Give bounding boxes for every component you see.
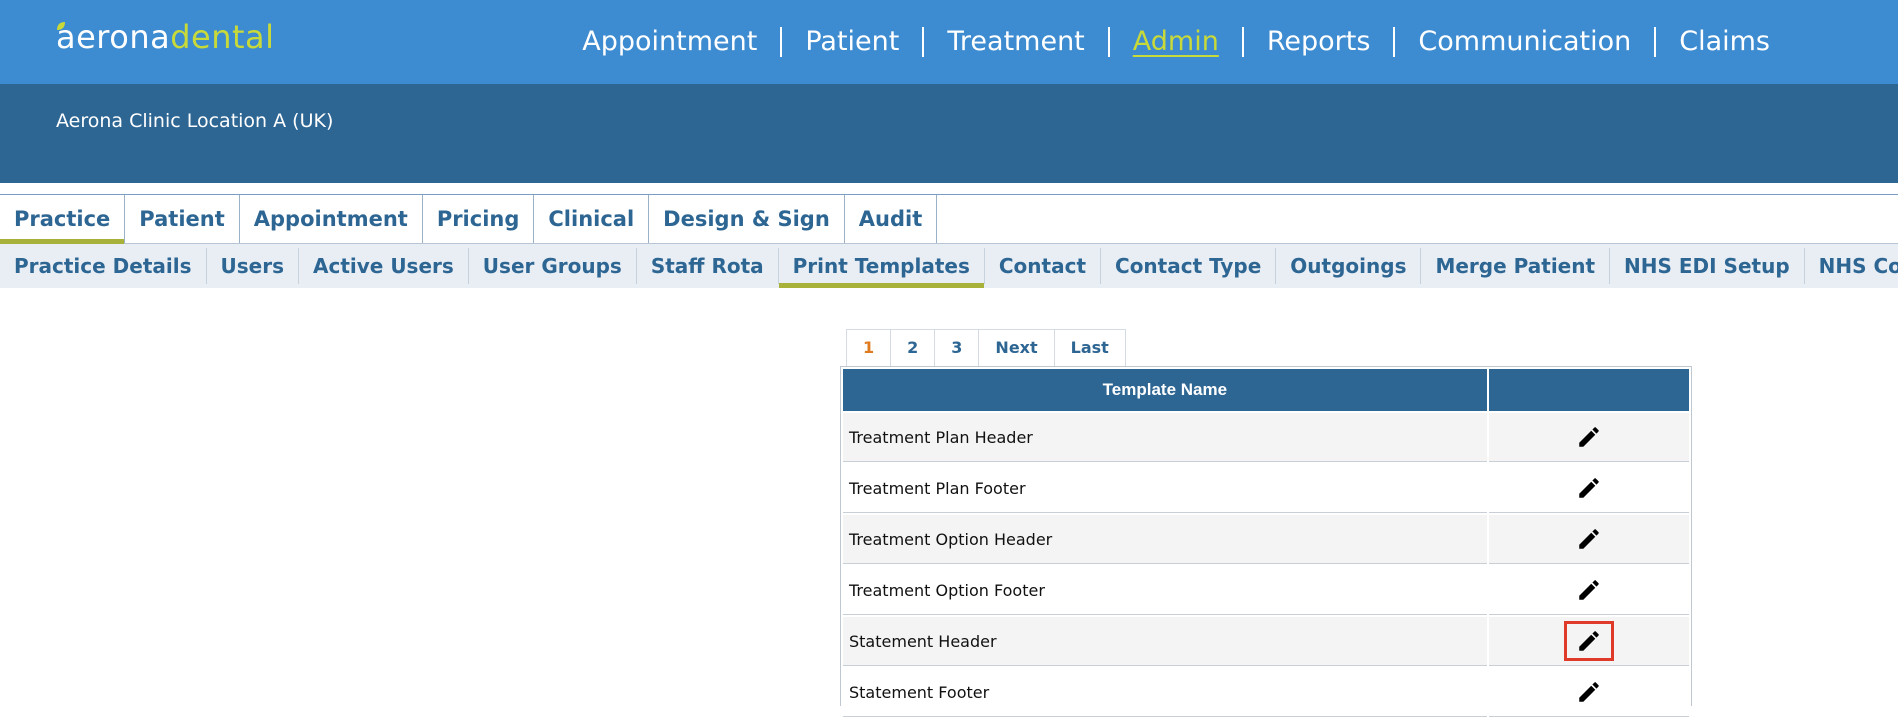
subtab-nhs-edi-setup[interactable]: NHS EDI Setup xyxy=(1610,248,1805,284)
logo-leaf-icon xyxy=(57,22,65,30)
column-header-actions xyxy=(1488,369,1689,411)
practice-subtabs: Practice Details Users Active Users User… xyxy=(0,244,1898,288)
pencil-icon xyxy=(1579,478,1599,498)
tab-pricing[interactable]: Pricing xyxy=(423,195,535,243)
subtab-user-groups[interactable]: User Groups xyxy=(469,248,637,284)
next-page-button[interactable]: Next xyxy=(979,330,1055,366)
table-row: Statement Footer xyxy=(843,668,1689,717)
column-header-template-name: Template Name xyxy=(843,369,1487,411)
top-bar: aerona dental Appointment Patient Treatme… xyxy=(0,0,1898,84)
nav-admin[interactable]: Admin xyxy=(1110,20,1242,64)
tab-practice[interactable]: Practice xyxy=(0,195,126,244)
page-3-button[interactable]: 3 xyxy=(935,330,980,366)
table-row: Statement Header xyxy=(843,617,1689,666)
subtab-practice-details[interactable]: Practice Details xyxy=(0,248,207,284)
subtab-outgoings[interactable]: Outgoings xyxy=(1276,248,1422,284)
template-name: Statement Footer xyxy=(843,668,1487,717)
nav-appointment[interactable]: Appointment xyxy=(559,20,780,64)
subtab-active-users[interactable]: Active Users xyxy=(299,248,469,284)
logo-text-dental: dental xyxy=(170,18,275,56)
aerona-dental-logo[interactable]: aerona dental xyxy=(56,16,275,56)
subtab-contact-type[interactable]: Contact Type xyxy=(1101,248,1277,284)
template-name: Statement Header xyxy=(843,617,1487,666)
location-band: Aerona Clinic Location A (UK) xyxy=(0,84,1898,183)
subtab-contact[interactable]: Contact xyxy=(985,248,1102,284)
admin-tabs: Practice Patient Appointment Pricing Cli… xyxy=(0,194,1898,244)
template-name: Treatment Plan Footer xyxy=(843,464,1487,513)
table-row: Treatment Plan Header xyxy=(843,413,1689,462)
tab-audit[interactable]: Audit xyxy=(845,195,938,243)
tab-design-sign[interactable]: Design & Sign xyxy=(649,195,845,243)
nav-reports[interactable]: Reports xyxy=(1244,20,1394,64)
templates-table: Template Name Treatment Plan Header Trea… xyxy=(840,366,1692,717)
subtab-staff-rota[interactable]: Staff Rota xyxy=(637,248,779,284)
tab-patient[interactable]: Patient xyxy=(125,195,240,243)
edit-template-button[interactable] xyxy=(1564,570,1614,610)
page-1-button[interactable]: 1 xyxy=(847,330,892,366)
template-name: Treatment Plan Header xyxy=(843,413,1487,462)
subtab-merge-patient[interactable]: Merge Patient xyxy=(1421,248,1611,284)
nav-claims[interactable]: Claims xyxy=(1656,20,1793,64)
edit-template-button[interactable] xyxy=(1564,672,1614,712)
subtab-users[interactable]: Users xyxy=(207,248,299,284)
table-row: Treatment Option Header xyxy=(843,515,1689,564)
tab-appointment[interactable]: Appointment xyxy=(240,195,423,243)
pencil-icon xyxy=(1579,682,1599,702)
template-name: Treatment Option Footer xyxy=(843,566,1487,615)
pagination: 1 2 3 Next Last xyxy=(846,329,1126,367)
edit-template-button[interactable] xyxy=(1564,417,1614,457)
template-name: Treatment Option Header xyxy=(843,515,1487,564)
last-page-button[interactable]: Last xyxy=(1054,330,1125,366)
subtab-print-templates[interactable]: Print Templates xyxy=(778,248,985,288)
table-row: Treatment Plan Footer xyxy=(843,464,1689,513)
pencil-icon xyxy=(1579,529,1599,549)
subtab-nhs-contract[interactable]: NHS Contract xyxy=(1805,248,1898,284)
edit-statement-header-button[interactable] xyxy=(1563,621,1614,661)
pencil-icon xyxy=(1579,580,1599,600)
nav-treatment[interactable]: Treatment xyxy=(924,20,1107,64)
logo-text-aerona: aerona xyxy=(56,18,171,56)
main-nav: Appointment Patient Treatment Admin Repo… xyxy=(559,20,1793,64)
page-2-button[interactable]: 2 xyxy=(891,330,936,366)
edit-template-button[interactable] xyxy=(1564,519,1614,559)
nav-patient[interactable]: Patient xyxy=(782,20,922,64)
edit-template-button[interactable] xyxy=(1564,468,1614,508)
pencil-icon xyxy=(1579,631,1599,651)
clinic-location: Aerona Clinic Location A (UK) xyxy=(56,110,334,132)
table-row: Treatment Option Footer xyxy=(843,566,1689,615)
pencil-icon xyxy=(1579,427,1599,447)
tab-clinical[interactable]: Clinical xyxy=(534,195,650,243)
nav-communication[interactable]: Communication xyxy=(1395,20,1654,64)
